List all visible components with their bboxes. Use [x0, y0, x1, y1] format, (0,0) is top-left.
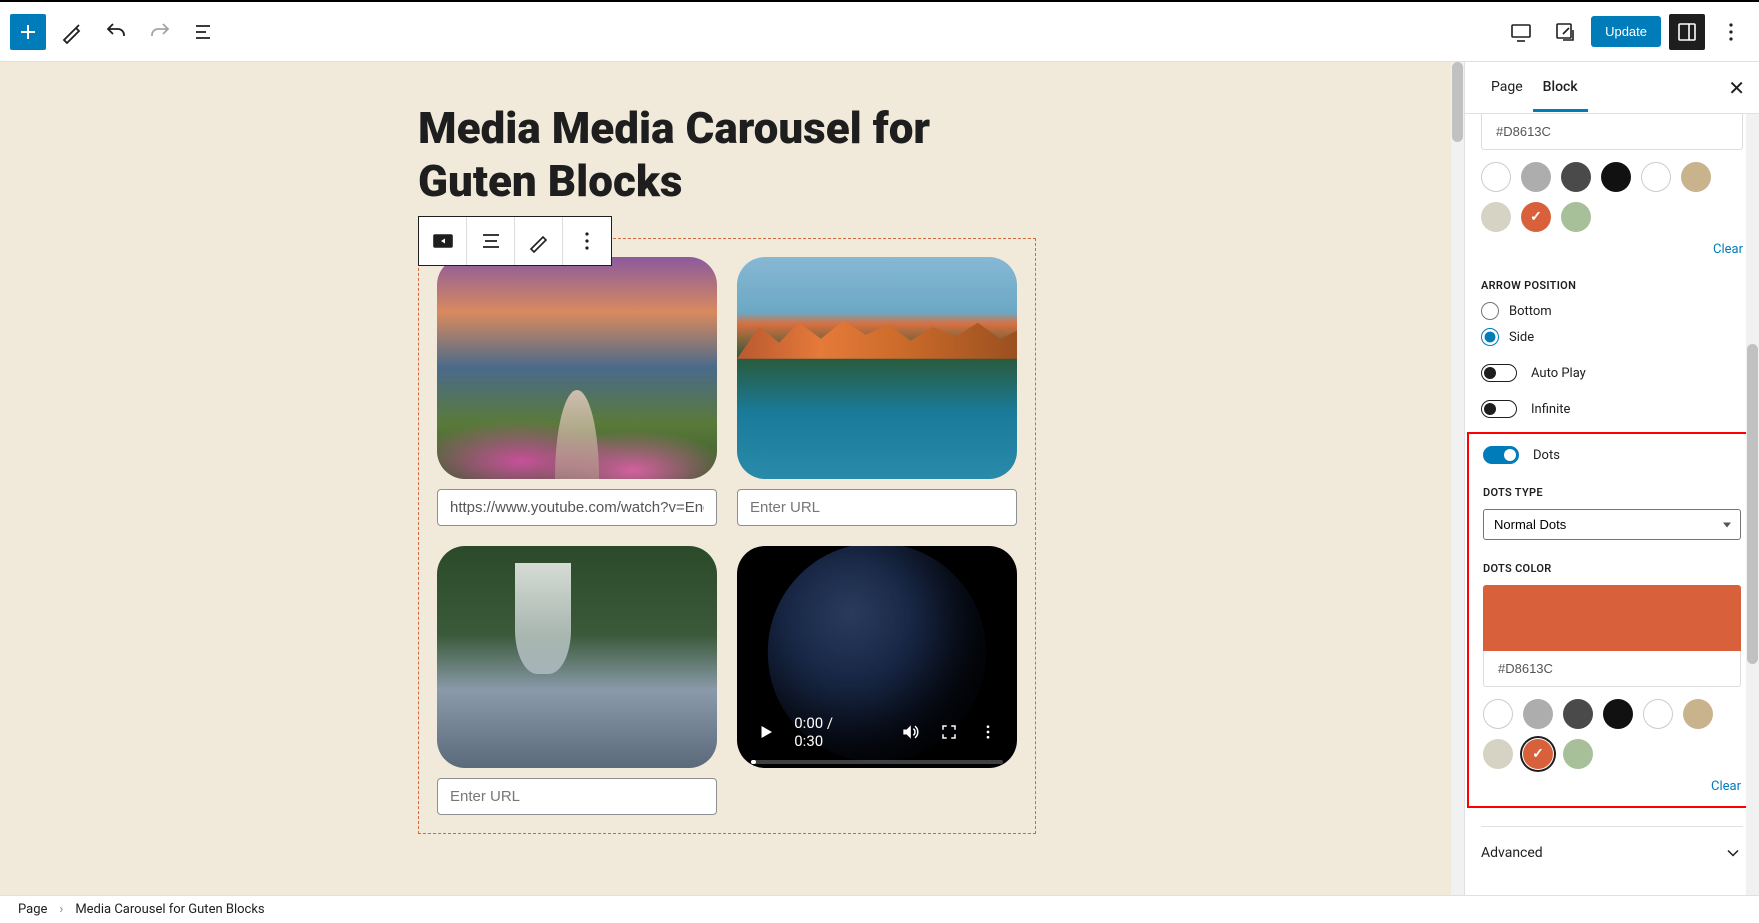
media-item: [437, 257, 717, 526]
dots-type-label: DOTS TYPE: [1483, 486, 1741, 499]
autoplay-toggle[interactable]: Auto Play: [1481, 364, 1743, 382]
color-swatch[interactable]: [1563, 699, 1593, 729]
media-url-input[interactable]: [437, 778, 717, 815]
breadcrumb-separator-icon: ›: [59, 902, 63, 917]
video-more-icon[interactable]: [978, 721, 999, 743]
tab-page[interactable]: Page: [1481, 63, 1533, 112]
breadcrumb-item[interactable]: Media Carousel for Guten Blocks: [75, 902, 264, 917]
settings-toggle-button[interactable]: [1669, 14, 1705, 50]
page-title[interactable]: Media Media Carousel for Guten Blocks: [418, 102, 958, 208]
settings-sidebar: Page Block ✕ Clear ARROW PO: [1464, 62, 1759, 895]
play-icon[interactable]: [755, 721, 776, 743]
editor-canvas: Media Media Carousel for Guten Blocks: [0, 62, 1464, 895]
chevron-down-icon: [1723, 843, 1743, 863]
color-swatch[interactable]: [1523, 739, 1553, 769]
color-swatch[interactable]: [1481, 162, 1511, 192]
block-more-button[interactable]: [563, 217, 611, 265]
media-item: 0:00 / 0:30: [737, 546, 1017, 815]
color-swatch[interactable]: [1563, 739, 1593, 769]
color-swatch[interactable]: [1481, 202, 1511, 232]
redo-button[interactable]: [142, 14, 178, 50]
breadcrumb: Page › Media Carousel for Guten Blocks: [0, 895, 1759, 923]
media-carousel-block[interactable]: 0:00 / 0:30: [418, 238, 1036, 834]
arrow-position-label: ARROW POSITION: [1481, 279, 1743, 292]
sidebar-scrollbar[interactable]: [1746, 114, 1759, 895]
color-swatch[interactable]: [1483, 699, 1513, 729]
color-swatch[interactable]: [1521, 162, 1551, 192]
dots-color-swatches: [1483, 699, 1741, 769]
arrow-position-bottom-radio[interactable]: Bottom: [1481, 302, 1743, 320]
dots-color-preview[interactable]: [1483, 585, 1741, 651]
block-type-button[interactable]: [419, 217, 467, 265]
color-swatch[interactable]: [1641, 162, 1671, 192]
color-swatch[interactable]: [1681, 162, 1711, 192]
color-swatch[interactable]: [1483, 739, 1513, 769]
arrow-position-side-radio[interactable]: Side: [1481, 328, 1743, 346]
video-time: 0:00 / 0:30: [794, 714, 863, 750]
arrow-color-swatches: [1481, 162, 1743, 232]
canvas-scrollbar[interactable]: [1451, 62, 1464, 895]
color-swatch[interactable]: [1683, 699, 1713, 729]
color-swatch[interactable]: [1561, 162, 1591, 192]
view-button[interactable]: [1503, 14, 1539, 50]
media-thumbnail[interactable]: [437, 546, 717, 768]
media-item: [437, 546, 717, 815]
clear-dots-color-link[interactable]: Clear: [1483, 779, 1741, 794]
video-progress[interactable]: [751, 760, 1003, 764]
dots-type-select[interactable]: Normal Dots: [1483, 509, 1741, 540]
color-swatch[interactable]: [1603, 699, 1633, 729]
dots-settings-highlight: Dots DOTS TYPE Normal Dots DOTS COLOR: [1467, 432, 1757, 808]
clear-arrow-color-link[interactable]: Clear: [1481, 242, 1743, 257]
media-video-thumbnail[interactable]: 0:00 / 0:30: [737, 546, 1017, 768]
top-toolbar: Update: [0, 2, 1759, 62]
media-thumbnail[interactable]: [437, 257, 717, 479]
arrow-color-hex-input[interactable]: [1481, 114, 1743, 150]
dots-color-hex-input[interactable]: [1483, 651, 1741, 687]
color-swatch[interactable]: [1643, 699, 1673, 729]
fullscreen-icon[interactable]: [939, 721, 960, 743]
align-button[interactable]: [467, 217, 515, 265]
document-overview-button[interactable]: [186, 14, 222, 50]
block-toolbar: [418, 216, 612, 266]
edit-button[interactable]: [515, 217, 563, 265]
preview-button[interactable]: [1547, 14, 1583, 50]
dots-color-label: DOTS COLOR: [1483, 562, 1741, 575]
volume-icon[interactable]: [899, 721, 920, 743]
advanced-panel-toggle[interactable]: Advanced: [1481, 826, 1743, 879]
tools-button[interactable]: [54, 14, 90, 50]
color-swatch[interactable]: [1523, 699, 1553, 729]
dots-toggle[interactable]: Dots: [1483, 446, 1741, 464]
tab-block[interactable]: Block: [1533, 63, 1588, 112]
breadcrumb-item[interactable]: Page: [18, 902, 47, 917]
undo-button[interactable]: [98, 14, 134, 50]
more-options-button[interactable]: [1713, 14, 1749, 50]
close-sidebar-button[interactable]: ✕: [1728, 76, 1745, 100]
infinite-toggle[interactable]: Infinite: [1481, 400, 1743, 418]
media-thumbnail[interactable]: [737, 257, 1017, 479]
media-url-input[interactable]: [437, 489, 717, 526]
media-item: [737, 257, 1017, 526]
update-button[interactable]: Update: [1591, 16, 1661, 47]
color-swatch[interactable]: [1601, 162, 1631, 192]
media-url-input[interactable]: [737, 489, 1017, 526]
add-block-button[interactable]: [10, 14, 46, 50]
color-swatch[interactable]: [1561, 202, 1591, 232]
color-swatch[interactable]: [1521, 202, 1551, 232]
